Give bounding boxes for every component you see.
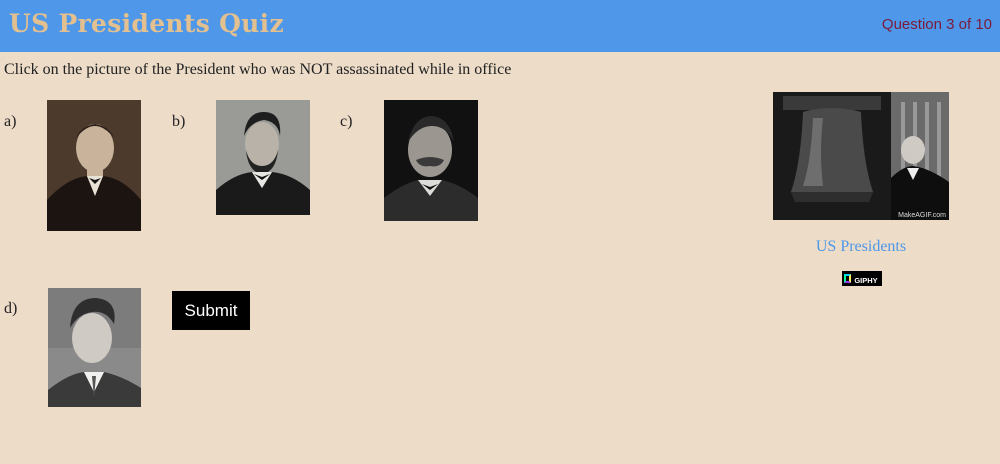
portrait-lincoln-icon [216, 100, 310, 215]
portrait-kennedy-icon [48, 288, 141, 407]
giphy-badge-text: GIPHY [854, 276, 878, 285]
gif-watermark: MakeAGIF.com [898, 212, 946, 219]
option-a-label: a) [4, 113, 17, 130]
option-b-portrait[interactable] [216, 100, 310, 215]
portrait-mckinley-icon [47, 100, 141, 231]
question-counter: Question 3 of 10 [881, 16, 992, 33]
giphy-logo-icon [844, 274, 851, 283]
option-c-portrait[interactable] [384, 100, 478, 221]
option-b-label: b) [172, 113, 186, 130]
option-c-label: c) [340, 113, 353, 130]
option-d-label: d) [4, 300, 18, 317]
app-title: US Presidents Quiz [9, 9, 284, 38]
question-prompt: Click on the picture of the President wh… [4, 61, 512, 78]
submit-button[interactable]: Submit [172, 291, 250, 330]
app-header: US Presidents Quiz Question 3 of 10 [0, 0, 1000, 52]
portrait-cleveland-icon [384, 100, 478, 221]
gif-caption-link[interactable]: US Presidents [773, 238, 949, 256]
option-d-portrait[interactable] [48, 288, 141, 407]
option-a-portrait[interactable] [47, 100, 141, 231]
giphy-badge[interactable]: GIPHY [842, 271, 882, 286]
liberty-bell-gif[interactable]: MakeAGIF.com [773, 92, 949, 220]
liberty-bell-image-icon [773, 92, 949, 220]
